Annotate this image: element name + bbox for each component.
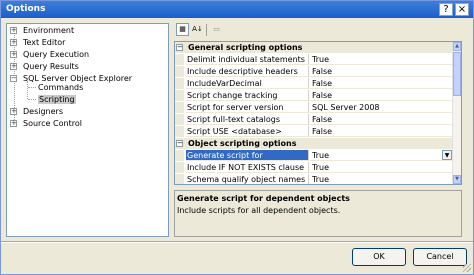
row-gutter: [175, 126, 184, 137]
expand-icon[interactable]: +: [10, 27, 17, 34]
property-toolbar: ▦ A↓ ▭: [174, 23, 464, 39]
property-value[interactable]: False: [310, 126, 453, 137]
property-value[interactable]: True: [310, 54, 453, 65]
property-row[interactable]: Script USE <database> False: [175, 126, 453, 137]
property-grid: − General scripting options Delimit indi…: [174, 41, 462, 185]
category-label: Object scripting options: [188, 139, 297, 148]
property-name: Generate script for dependent ob: [186, 150, 309, 161]
tree-item-label: Commands: [38, 83, 84, 92]
property-name: Include descriptive headers: [186, 66, 309, 77]
property-value[interactable]: False: [310, 66, 453, 77]
property-value[interactable]: SQL Server 2008: [310, 102, 453, 113]
property-row-selected[interactable]: Generate script for dependent ob True ▼: [175, 150, 453, 161]
property-value[interactable]: False: [310, 90, 453, 101]
row-gutter: [175, 66, 184, 77]
expand-icon[interactable]: +: [10, 108, 17, 115]
row-gutter: [175, 114, 184, 125]
row-gutter: [175, 150, 184, 161]
options-tree: + Environment + Text Editor + Query Exec…: [6, 23, 169, 237]
property-name: Include IF NOT EXISTS clause: [186, 162, 309, 173]
expand-icon[interactable]: +: [10, 63, 17, 70]
tree-item-scripting[interactable]: Scripting: [38, 94, 76, 105]
property-value[interactable]: False: [310, 78, 453, 89]
property-name: IncludeVarDecimal: [186, 78, 309, 89]
dropdown-arrow-icon[interactable]: ▼: [442, 150, 452, 160]
options-dialog: Options ? × + Environment + Text Editor …: [0, 0, 474, 275]
vertical-scrollbar[interactable]: ▲ ▼: [452, 42, 461, 184]
property-value[interactable]: True: [310, 162, 453, 173]
property-row[interactable]: Script full-text catalogs False: [175, 114, 453, 125]
property-value-dropdown[interactable]: True ▼: [310, 150, 453, 161]
categorized-icon[interactable]: ▦: [176, 23, 189, 36]
title-bar: Options ? ×: [1, 1, 473, 18]
property-row[interactable]: Script change tracking False: [175, 90, 453, 101]
ok-button[interactable]: OK: [352, 248, 406, 266]
property-row[interactable]: Include descriptive headers False: [175, 66, 453, 77]
cancel-button[interactable]: Cancel: [413, 248, 467, 266]
description-text: Include scripts for all dependent object…: [177, 206, 341, 215]
property-name: Script full-text catalogs: [186, 114, 309, 125]
close-button[interactable]: ×: [455, 3, 469, 16]
row-gutter: [175, 54, 184, 65]
collapse-icon[interactable]: −: [176, 140, 183, 147]
property-name: Schema qualify object names: [186, 174, 309, 184]
scroll-thumb[interactable]: [453, 52, 461, 96]
tree-item-commands[interactable]: Commands: [38, 82, 83, 93]
property-value[interactable]: True: [310, 174, 453, 184]
property-name: Script USE <database>: [186, 126, 309, 137]
row-gutter: [175, 174, 184, 184]
property-value: True: [312, 151, 329, 160]
property-row[interactable]: Delimit individual statements True: [175, 54, 453, 65]
tree-item-label: Environment: [23, 26, 75, 35]
expand-icon[interactable]: +: [10, 120, 17, 127]
tree-item-label: Designers: [23, 107, 63, 116]
tree-connector: [28, 87, 36, 88]
row-gutter: [175, 102, 184, 113]
expand-icon[interactable]: +: [10, 39, 17, 46]
category-label: General scripting options: [188, 43, 303, 52]
help-button[interactable]: ?: [439, 3, 453, 16]
tree-item-label: Query Results: [23, 62, 79, 71]
window-title: Options: [6, 4, 46, 14]
toolbar-separator: [206, 24, 207, 36]
property-row[interactable]: IncludeVarDecimal False: [175, 78, 453, 89]
property-name: Script for server version: [186, 102, 309, 113]
tree-item-label: Text Editor: [23, 38, 66, 47]
tree-connector: [28, 99, 36, 100]
scroll-down-icon[interactable]: ▼: [453, 175, 461, 184]
divider: [1, 241, 473, 243]
resize-grip-icon[interactable]: [463, 264, 471, 272]
collapse-icon[interactable]: −: [176, 44, 183, 51]
row-gutter: [175, 162, 184, 173]
property-row[interactable]: Include IF NOT EXISTS clause True: [175, 162, 453, 173]
expand-icon[interactable]: +: [10, 51, 17, 58]
tree-item-label: Source Control: [23, 119, 82, 128]
tree-item-label-selected: Scripting: [38, 95, 76, 104]
category-object-scripting[interactable]: − Object scripting options: [175, 138, 453, 149]
collapse-icon[interactable]: −: [10, 75, 17, 82]
description-title: Generate script for dependent objects: [177, 194, 350, 203]
row-gutter: [175, 90, 184, 101]
description-pane: Generate script for dependent objects In…: [174, 190, 462, 237]
property-pages-icon[interactable]: ▭: [210, 23, 223, 36]
tree-item-label: Query Execution: [23, 50, 90, 59]
scroll-up-icon[interactable]: ▲: [453, 42, 461, 51]
property-value[interactable]: False: [310, 114, 453, 125]
alphabetical-sort-icon[interactable]: A↓: [191, 23, 204, 36]
property-name: Script change tracking: [186, 90, 309, 101]
row-gutter: [175, 78, 184, 89]
property-row[interactable]: Schema qualify object names True: [175, 174, 453, 184]
category-general-scripting[interactable]: − General scripting options: [175, 42, 453, 53]
property-row[interactable]: Script for server version SQL Server 200…: [175, 102, 453, 113]
property-name: Delimit individual statements: [186, 54, 309, 65]
